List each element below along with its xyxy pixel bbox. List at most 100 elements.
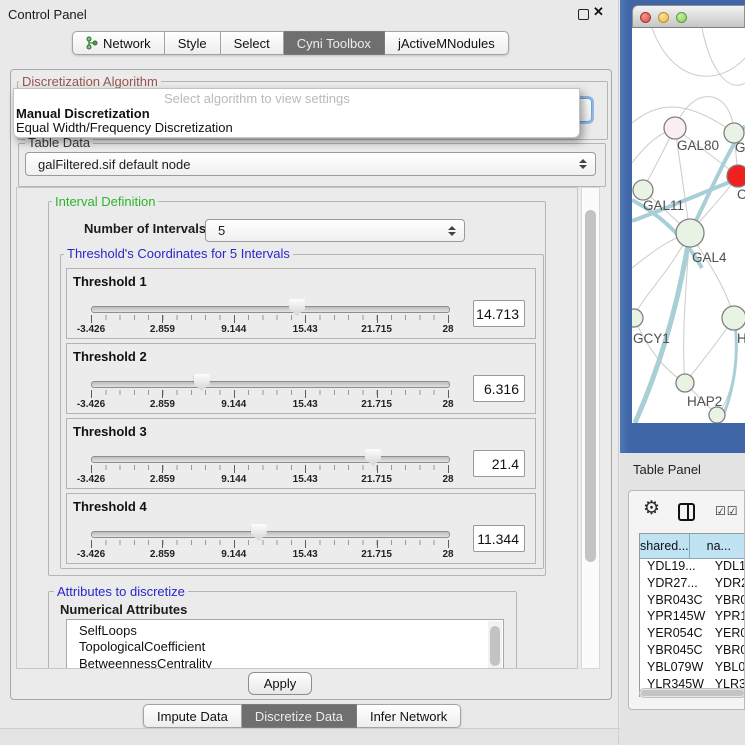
scrollbar-thumb[interactable]	[585, 210, 596, 562]
network-node[interactable]	[632, 309, 643, 327]
threshold-label: Threshold 4	[73, 499, 147, 514]
dropdown-option-manual[interactable]: Manual Discretization	[16, 106, 150, 121]
tab-impute-data[interactable]: Impute Data	[143, 704, 242, 728]
network-node[interactable]	[676, 219, 704, 247]
number-of-intervals-combobox[interactable]: 5	[205, 219, 465, 242]
gear-icon[interactable]: ⚙	[643, 499, 660, 518]
scrollbar-thumb[interactable]	[641, 690, 744, 696]
threshold-value-input[interactable]	[473, 300, 525, 327]
table-row[interactable]: YPR145WYPR1	[640, 609, 745, 626]
apply-button[interactable]: Apply	[248, 672, 312, 695]
tab-style[interactable]: Style	[165, 31, 221, 55]
bottom-tabbar: Impute Data Discretize Data Infer Networ…	[143, 704, 461, 728]
tab-network[interactable]: Network	[72, 31, 165, 55]
table-header-row: shared... na...	[640, 534, 745, 559]
settings-scrollbar[interactable]	[581, 187, 600, 669]
table-row[interactable]: YDL19...YDL1	[640, 559, 745, 576]
slider-track[interactable]	[91, 456, 450, 463]
slider-thumb[interactable]	[289, 299, 305, 316]
tab-label: jActiveMNodules	[398, 36, 495, 51]
tab-cyni-toolbox[interactable]: Cyni Toolbox	[284, 31, 385, 55]
threshold-label: Threshold 3	[73, 424, 147, 439]
node-label: GA	[735, 140, 745, 155]
table-row[interactable]: YDR27...YDR2	[640, 576, 745, 593]
slider-track[interactable]	[91, 306, 450, 313]
list-item[interactable]: TopologicalCoefficient	[67, 639, 503, 655]
slider-thumb[interactable]	[365, 449, 381, 466]
network-canvas: GAL80 GA C GAL11 GAL4 GCY1 H HAP2	[632, 28, 745, 423]
numerical-attributes-list[interactable]: SelfLoops TopologicalCoefficient Between…	[66, 619, 504, 669]
table-panel: ⚙ ☑☑ shared... na... YDL19...YDL1 YDR27.…	[628, 490, 745, 710]
slider-thumb[interactable]	[251, 524, 267, 541]
group-title: Attributes to discretize	[54, 585, 188, 598]
table-data-combobox[interactable]: galFiltered.sif default node	[25, 152, 596, 176]
network-node[interactable]	[633, 180, 653, 200]
columns-icon[interactable]	[678, 503, 695, 521]
slider-track[interactable]	[91, 381, 450, 388]
threshold-value-input[interactable]	[473, 375, 525, 402]
threshold-value-input[interactable]	[473, 525, 525, 552]
tab-label: Cyni Toolbox	[297, 36, 371, 51]
node-label: GAL4	[692, 250, 727, 265]
dropdown-option-equal-width[interactable]: Equal Width/Frequency Discretization	[16, 120, 233, 135]
float-window-icon[interactable]	[578, 9, 589, 20]
node-label: GAL80	[677, 138, 719, 153]
list-item[interactable]: SelfLoops	[67, 623, 503, 639]
column-header[interactable]: shared...	[640, 534, 690, 558]
numerical-attributes-label: Numerical Attributes	[60, 602, 187, 617]
network-window-titlebar[interactable]	[632, 5, 745, 28]
group-title: Discretization Algorithm	[19, 75, 161, 88]
minimize-traffic-light-icon[interactable]	[658, 12, 669, 23]
slider-tick-labels: -3.426 2.859 9.144 15.43 21.715 28	[91, 474, 448, 486]
control-panel-tabbar: Network Style Select Cyni Toolbox jActiv…	[72, 31, 509, 55]
table-row[interactable]: YBR045CYBR0	[640, 643, 745, 660]
tab-select[interactable]: Select	[221, 31, 284, 55]
network-icon	[86, 36, 98, 50]
panel-divider[interactable]	[618, 0, 619, 745]
stepper-icon	[579, 159, 587, 169]
zoom-traffic-light-icon[interactable]	[676, 12, 687, 23]
table-body: YDL19...YDL1 YDR27...YDR2 YBR043CYBR0 YP…	[640, 559, 745, 697]
dropdown-placeholder: Select algorithm to view settings	[164, 91, 350, 106]
network-node[interactable]	[727, 165, 745, 187]
network-node[interactable]	[664, 117, 686, 139]
slider-major-ticks	[91, 390, 448, 398]
table-row[interactable]: YER054CYER0	[640, 626, 745, 643]
number-of-intervals-label: Number of Intervals	[84, 221, 206, 236]
threshold-value-input[interactable]	[473, 450, 525, 477]
node-label: GCY1	[633, 331, 670, 346]
slider-major-ticks	[91, 540, 448, 548]
tab-discretize-data[interactable]: Discretize Data	[242, 704, 357, 728]
network-view[interactable]: GAL80 GA C GAL11 GAL4 GCY1 H HAP2	[632, 28, 745, 423]
network-node[interactable]	[709, 407, 725, 423]
table-row[interactable]: YBR043CYBR0	[640, 593, 745, 610]
settings-scroll-viewport: Interval Definition Number of Intervals …	[16, 187, 578, 669]
network-nodes	[632, 117, 745, 423]
tab-label: Style	[178, 36, 207, 51]
column-header[interactable]: na...	[690, 534, 745, 558]
node-label: HAP2	[687, 394, 722, 409]
tab-label: Infer Network	[370, 709, 447, 724]
tab-infer-network[interactable]: Infer Network	[357, 704, 461, 728]
status-strip	[0, 728, 620, 745]
threshold-panel-2: Threshold 2 -3.426 2.859 9.144 15.43 21.…	[66, 343, 536, 414]
table-row[interactable]: YBL079WYBL0	[640, 660, 745, 677]
slider-major-ticks	[91, 315, 448, 323]
slider-thumb[interactable]	[194, 374, 210, 391]
network-node[interactable]	[676, 374, 694, 392]
table-horizontal-scrollbar[interactable]	[639, 688, 745, 698]
close-icon[interactable]: ✕	[593, 4, 604, 20]
table-data-value: galFiltered.sif default node	[38, 157, 190, 172]
slider-track[interactable]	[91, 531, 450, 538]
node-table: shared... na... YDL19...YDL1 YDR27...YDR…	[639, 533, 745, 697]
stepper-icon	[448, 226, 456, 236]
network-node[interactable]	[722, 306, 745, 330]
close-traffic-light-icon[interactable]	[640, 12, 651, 23]
list-scrollbar[interactable]	[488, 621, 502, 669]
tab-label: Discretize Data	[255, 709, 343, 724]
list-item[interactable]: BetweennessCentrality	[67, 656, 503, 669]
tab-label: Impute Data	[157, 709, 228, 724]
node-label: GAL11	[643, 198, 684, 213]
tab-jactivemnodules[interactable]: jActiveMNodules	[385, 31, 509, 55]
checkbox-icons[interactable]: ☑☑	[715, 504, 739, 518]
